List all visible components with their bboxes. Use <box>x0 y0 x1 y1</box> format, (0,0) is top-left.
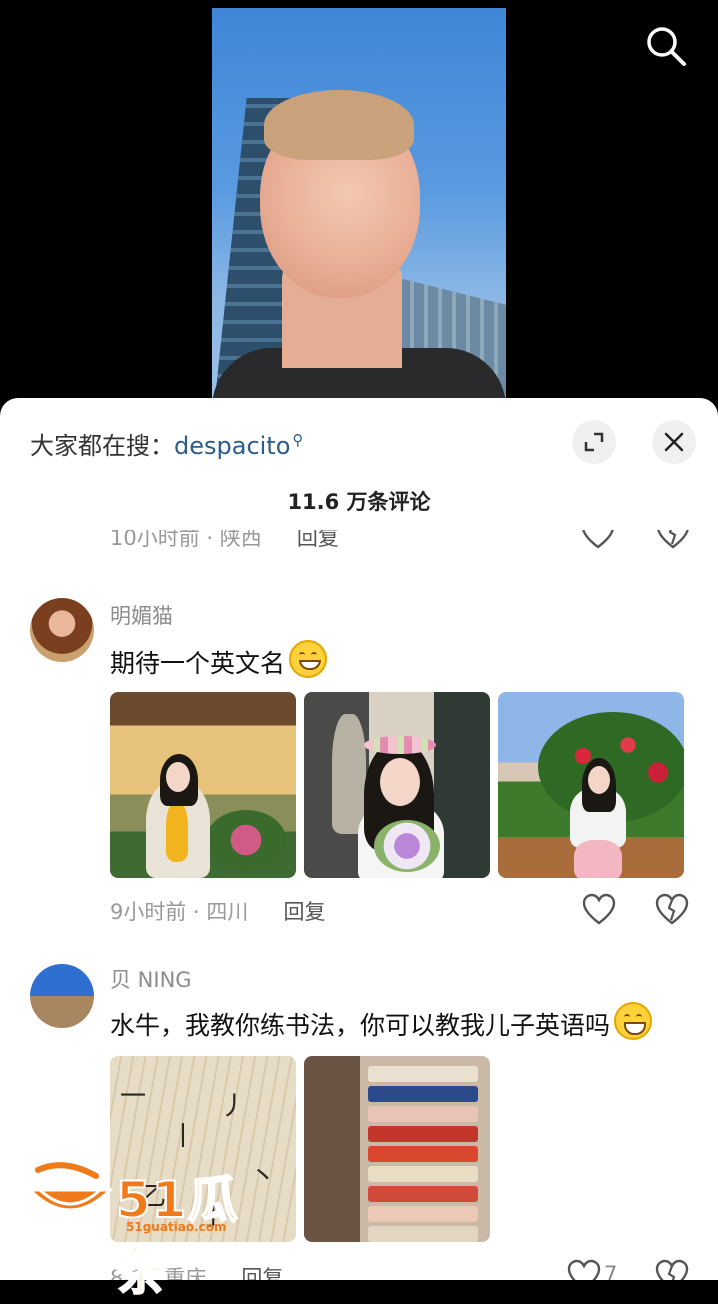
broken-heart-icon[interactable] <box>655 530 691 552</box>
sheet-header: 大家都在搜：despacito ⚲ 11.6 万条评论 <box>0 398 718 538</box>
heart-icon[interactable] <box>566 1258 602 1280</box>
comment-meta: 9小时前 · 四川 回复 <box>110 893 690 928</box>
pink-skirt <box>574 840 622 878</box>
scroll <box>368 1066 478 1082</box>
yellow-top <box>166 802 188 862</box>
comment-sheet: 大家都在搜：despacito ⚲ 11.6 万条评论 10小时前 · 陕西 回复 <box>0 398 718 1280</box>
scroll <box>368 1166 478 1182</box>
heart-icon[interactable] <box>581 892 617 928</box>
time-location: 9小时前 · 四川 <box>110 900 249 924</box>
small-search-icon: ⚲ <box>292 431 304 449</box>
reply-button[interactable]: 回复 <box>283 900 325 924</box>
comment-text: 期待一个英文名 <box>110 640 328 680</box>
woman-face <box>166 762 190 792</box>
broken-heart-icon[interactable] <box>654 892 690 928</box>
comment-text: 水牛，我教你练书法，你可以教我儿子英语吗 <box>110 1002 653 1042</box>
scroll <box>368 1186 478 1202</box>
woman-face <box>588 766 610 794</box>
comment-photos <box>110 692 684 878</box>
heart-icon[interactable] <box>580 530 616 552</box>
like-count: 7 <box>604 1262 618 1280</box>
hot-search-label: 大家都在搜： <box>30 432 174 460</box>
melon-logo-icon <box>26 1162 114 1212</box>
scroll <box>368 1086 478 1102</box>
comment-username[interactable]: 贝 NING <box>110 964 192 994</box>
hot-search-term[interactable]: despacito ⚲ <box>174 431 304 460</box>
search-icon[interactable] <box>644 24 688 68</box>
scroll <box>368 1206 478 1222</box>
watermark-url: 51guatiao.com <box>126 1220 227 1234</box>
hot-search: 大家都在搜：despacito ⚲ <box>30 426 303 461</box>
background-person <box>332 714 366 834</box>
scroll <box>368 1146 478 1162</box>
comment-username[interactable]: 明媚猫 <box>110 600 173 630</box>
scroll <box>368 1126 478 1142</box>
avatar[interactable] <box>30 964 94 1028</box>
reply-button[interactable]: 回复 <box>297 530 339 550</box>
laugh-emoji <box>614 1002 653 1040</box>
close-icon <box>664 432 684 452</box>
broken-heart-icon[interactable] <box>654 1258 690 1280</box>
expand-icon <box>584 432 604 452</box>
calligraphy-stroke: ⼁ <box>170 1122 197 1152</box>
avatar[interactable] <box>30 598 94 662</box>
calligraphy-stroke: ⼀ <box>120 1082 147 1112</box>
comment-photo[interactable] <box>110 692 296 878</box>
time-location: 10小时前 · 陕西 <box>110 530 262 550</box>
person-hair <box>264 90 414 160</box>
video-player[interactable] <box>0 0 718 420</box>
flower-bush <box>206 810 286 870</box>
watermark: 51瓜条 51guatiao.com <box>24 1160 284 1302</box>
woman-face <box>380 758 420 806</box>
comment-photo[interactable] <box>498 692 684 878</box>
comment-photo[interactable] <box>304 692 490 878</box>
partial-comment-meta: 10小时前 · 陕西 回复 <box>110 530 710 558</box>
scroll <box>368 1226 478 1242</box>
comment-count: 11.6 万条评论 <box>287 490 431 514</box>
comment-photo[interactable] <box>304 1056 490 1242</box>
calligraphy-stroke: ⼃ <box>220 1092 247 1122</box>
scroll <box>368 1106 478 1122</box>
video-frame[interactable] <box>212 8 506 420</box>
comment-text-content: 水牛，我教你练书法，你可以教我儿子英语吗 <box>110 1011 611 1040</box>
comment-text-content: 期待一个英文名 <box>110 649 286 678</box>
bouquet <box>374 820 440 872</box>
grin-emoji <box>289 640 328 678</box>
expand-button[interactable] <box>572 420 616 464</box>
close-button[interactable] <box>652 420 696 464</box>
flower-crown <box>364 736 436 754</box>
